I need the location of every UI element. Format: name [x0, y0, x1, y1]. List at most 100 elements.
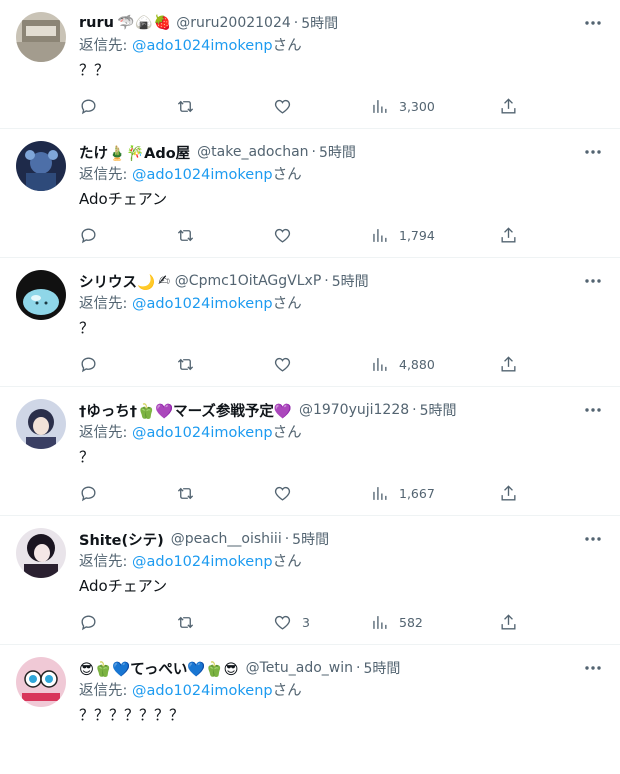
eye-art-avatar-icon — [16, 657, 66, 707]
analytics-icon — [373, 99, 387, 113]
analytics-icon — [373, 357, 387, 371]
separator-dot: · — [311, 144, 316, 160]
tweet-text: ？？？？？？？ — [79, 706, 185, 724]
views-button[interactable]: 1,667 — [370, 481, 435, 505]
reply-button[interactable] — [79, 223, 98, 247]
display-name[interactable]: †ゆっち†🫑💜マーズ参戦予定💜 — [79, 400, 292, 421]
retweet-icon — [177, 229, 194, 241]
timestamp[interactable]: 5時間 — [420, 400, 457, 420]
tweet-header: 😎🫑💙てっぺい💙🫑😎 @Tetu_ado_win · 5時間 — [79, 657, 604, 679]
reply-tweet[interactable]: Shite(シテ) @peach__oishiii · 5時間 返信先: @ad… — [0, 516, 620, 645]
avatar[interactable] — [16, 141, 66, 191]
share-button[interactable] — [499, 481, 518, 505]
like-button[interactable] — [273, 223, 302, 247]
reply-button[interactable] — [79, 94, 98, 118]
display-name[interactable]: ruru — [79, 15, 114, 31]
mention-link[interactable]: @ado1024imokenp — [132, 683, 273, 699]
reply-tweet[interactable]: †ゆっち†🫑💜マーズ参戦予定💜 @1970yuji1228 · 5時間 返信先:… — [0, 387, 620, 516]
mention-link[interactable]: @ado1024imokenp — [132, 167, 273, 183]
timestamp[interactable]: 5時間 — [319, 142, 356, 162]
more-options-icon[interactable] — [580, 397, 606, 423]
share-icon — [501, 613, 516, 630]
reply-button[interactable] — [79, 481, 98, 505]
like-button[interactable] — [273, 352, 302, 376]
user-handle[interactable]: @take_adochan — [197, 144, 308, 160]
more-options-icon[interactable] — [580, 139, 606, 165]
display-name[interactable]: Shite(シテ) — [79, 529, 164, 550]
reply-tweet[interactable]: シリウス🌙 ✍ @Cpmc1OitAGgVLxP · 5時間 返信先: @ado… — [0, 258, 620, 387]
retweet-button[interactable] — [176, 610, 195, 634]
share-button[interactable] — [499, 610, 518, 634]
retweet-button[interactable] — [176, 223, 195, 247]
reply-suffix: さん — [272, 167, 302, 183]
views-button[interactable]: 4,880 — [370, 352, 435, 376]
user-handle[interactable]: @Cpmc1OitAGgVLxP — [175, 273, 321, 289]
reply-tweet[interactable]: 😎🫑💙てっぺい💙🫑😎 @Tetu_ado_win · 5時間 返信先: @ado… — [0, 645, 620, 774]
reply-icon — [81, 98, 96, 114]
user-handle[interactable]: @ruru20021024 — [176, 15, 291, 31]
user-handle[interactable]: @Tetu_ado_win — [246, 660, 353, 676]
mention-link[interactable]: @ado1024imokenp — [132, 296, 273, 312]
reply-suffix: さん — [272, 425, 302, 441]
views-button[interactable]: 1,794 — [370, 223, 435, 247]
action-bar: 3 582 — [79, 610, 604, 634]
display-name[interactable]: たけ🎍🎋Ado屋 — [79, 142, 190, 163]
display-name[interactable]: シリウス🌙 — [79, 271, 155, 292]
view-count: 582 — [399, 614, 423, 630]
share-button[interactable] — [499, 94, 518, 118]
avatar[interactable] — [16, 12, 66, 62]
mention-link[interactable]: @ado1024imokenp — [132, 38, 273, 54]
retweet-button[interactable] — [176, 94, 195, 118]
retweet-icon — [177, 487, 194, 499]
avatar[interactable] — [16, 528, 66, 578]
separator-dot: · — [324, 273, 329, 289]
retweet-icon — [177, 616, 194, 628]
reply-prefix: 返信先: — [79, 683, 132, 699]
slime-avatar-icon — [16, 270, 66, 320]
reply-prefix: 返信先: — [79, 296, 132, 312]
heart-icon — [274, 228, 291, 243]
reply-button[interactable] — [79, 352, 98, 376]
more-options-icon[interactable] — [580, 268, 606, 294]
reply-prefix: 返信先: — [79, 425, 132, 441]
timestamp[interactable]: 5時間 — [292, 529, 329, 549]
reply-prefix: 返信先: — [79, 554, 132, 570]
avatar[interactable] — [16, 657, 66, 707]
views-button[interactable]: 3,300 — [370, 94, 435, 118]
retweet-button[interactable] — [176, 481, 195, 505]
views-button[interactable]: 582 — [370, 610, 423, 634]
share-button[interactable] — [499, 352, 518, 376]
reply-icon — [81, 614, 96, 630]
retweet-button[interactable] — [176, 352, 195, 376]
reply-tweet[interactable]: たけ🎍🎋Ado屋 @take_adochan · 5時間 返信先: @ado10… — [0, 129, 620, 258]
display-name[interactable]: 😎🫑💙てっぺい💙🫑😎 — [79, 658, 239, 679]
more-options-icon[interactable] — [580, 10, 606, 36]
timestamp[interactable]: 5時間 — [363, 658, 400, 678]
more-options-icon[interactable] — [580, 526, 606, 552]
mention-link[interactable]: @ado1024imokenp — [132, 554, 273, 570]
avatar[interactable] — [16, 399, 66, 449]
separator-dot: · — [356, 660, 361, 676]
reply-icon — [81, 356, 96, 372]
analytics-icon — [373, 228, 387, 242]
separator-dot: · — [412, 402, 417, 418]
like-button[interactable] — [273, 94, 302, 118]
timestamp[interactable]: 5時間 — [332, 271, 369, 291]
user-handle[interactable]: @1970yuji1228 — [299, 402, 409, 418]
tweet-text: ？？ — [79, 61, 110, 79]
dark-anime-avatar-icon — [16, 528, 66, 578]
like-button[interactable]: 3 — [273, 610, 310, 634]
user-handle[interactable]: @peach__oishiii — [171, 531, 282, 547]
like-button[interactable] — [273, 481, 302, 505]
replying-to: 返信先: @ado1024imokenpさん — [79, 35, 604, 57]
avatar[interactable] — [16, 270, 66, 320]
replying-to: 返信先: @ado1024imokenpさん — [79, 680, 604, 702]
share-button[interactable] — [499, 223, 518, 247]
more-options-icon[interactable] — [580, 655, 606, 681]
mention-link[interactable]: @ado1024imokenp — [132, 425, 273, 441]
reply-button[interactable] — [79, 610, 98, 634]
retweet-icon — [177, 358, 194, 370]
timestamp[interactable]: 5時間 — [301, 13, 338, 33]
reply-tweet[interactable]: ruru 🦈🍙🍓 @ruru20021024 · 5時間 返信先: @ado10… — [0, 0, 620, 129]
photo-avatar-icon — [16, 12, 66, 62]
